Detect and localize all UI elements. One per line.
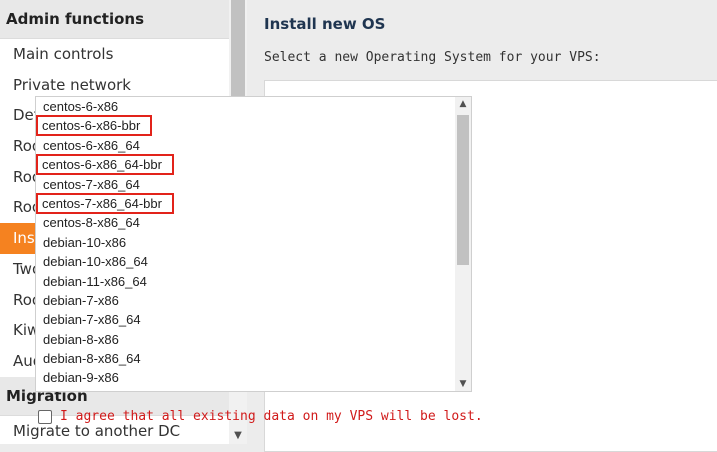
os-option[interactable]: centos-6-x86_64-bbr bbox=[36, 154, 471, 176]
os-option[interactable]: debian-10-x86 bbox=[36, 233, 471, 252]
os-option-label: centos-6-x86_64 bbox=[43, 137, 140, 153]
agree-checkbox[interactable] bbox=[38, 409, 52, 424]
os-option-label: debian-7-x86_64 bbox=[43, 312, 141, 328]
os-option[interactable]: centos-6-x86_64 bbox=[36, 136, 471, 155]
os-option-label: centos-6-x86 bbox=[43, 99, 119, 114]
os-option[interactable]: centos-7-x86_64 bbox=[36, 175, 471, 194]
os-option-label: centos-6-x86_64-bbr bbox=[36, 154, 174, 176]
os-option-label: debian-9-x86 bbox=[43, 370, 119, 386]
os-option[interactable]: centos-6-x86 bbox=[36, 97, 471, 116]
os-option[interactable]: debian-9-x86 bbox=[36, 368, 471, 387]
os-option-label: centos-7-x86_64-bbr bbox=[36, 192, 174, 214]
os-option[interactable]: debian-8-x86 bbox=[36, 330, 471, 349]
os-option-label: centos-8-x86_64 bbox=[43, 215, 140, 231]
os-option-label: debian-10-x86 bbox=[43, 234, 127, 250]
os-list-scrollbar-thumb[interactable] bbox=[457, 115, 469, 265]
os-option[interactable]: centos-6-x86-bbr bbox=[36, 115, 471, 137]
os-select-list[interactable]: centos-6-x86 centos-6-x86-bbr centos-6-x86… bbox=[35, 96, 472, 392]
scroll-down-arrow-icon[interactable]: ▼ bbox=[455, 377, 471, 391]
os-option[interactable]: debian-10-x86_64 bbox=[36, 252, 471, 271]
os-option[interactable]: debian-11-x86_64 bbox=[36, 272, 471, 291]
page-subtitle: Select a new Operating System for your V… bbox=[264, 50, 601, 65]
sidebar-item-main-controls[interactable]: Main controls bbox=[0, 39, 229, 70]
os-option-label: debian-10-x86_64 bbox=[43, 254, 148, 270]
scroll-up-arrow-icon[interactable]: ▲ bbox=[455, 97, 471, 111]
os-option[interactable]: debian-7-x86_64 bbox=[36, 310, 471, 329]
os-option[interactable]: debian-8-x86_64 bbox=[36, 349, 471, 368]
agree-label[interactable]: I agree that all existing data on my VPS… bbox=[60, 409, 483, 424]
os-option[interactable]: centos-7-x86_64-bbr bbox=[36, 192, 471, 214]
os-option[interactable]: debian-7-x86 bbox=[36, 291, 471, 310]
scroll-down-arrow-icon[interactable]: ▼ bbox=[229, 428, 247, 444]
os-option[interactable]: centos-8-x86_64 bbox=[36, 213, 471, 232]
agree-row: I agree that all existing data on my VPS… bbox=[38, 409, 483, 424]
os-list-scrollbar[interactable]: ▲ ▼ bbox=[455, 97, 471, 391]
os-option-label: debian-8-x86 bbox=[43, 331, 119, 347]
os-option-label: centos-7-x86_64 bbox=[43, 176, 140, 192]
page-title: Install new OS bbox=[264, 15, 386, 33]
os-option-label: debian-8-x86_64 bbox=[43, 351, 141, 367]
section-header-admin-functions: Admin functions bbox=[0, 0, 229, 39]
os-option-label: debian-7-x86 bbox=[43, 292, 119, 308]
os-option-label: centos-6-x86-bbr bbox=[36, 115, 153, 137]
os-option-label: debian-11-x86_64 bbox=[43, 273, 147, 289]
